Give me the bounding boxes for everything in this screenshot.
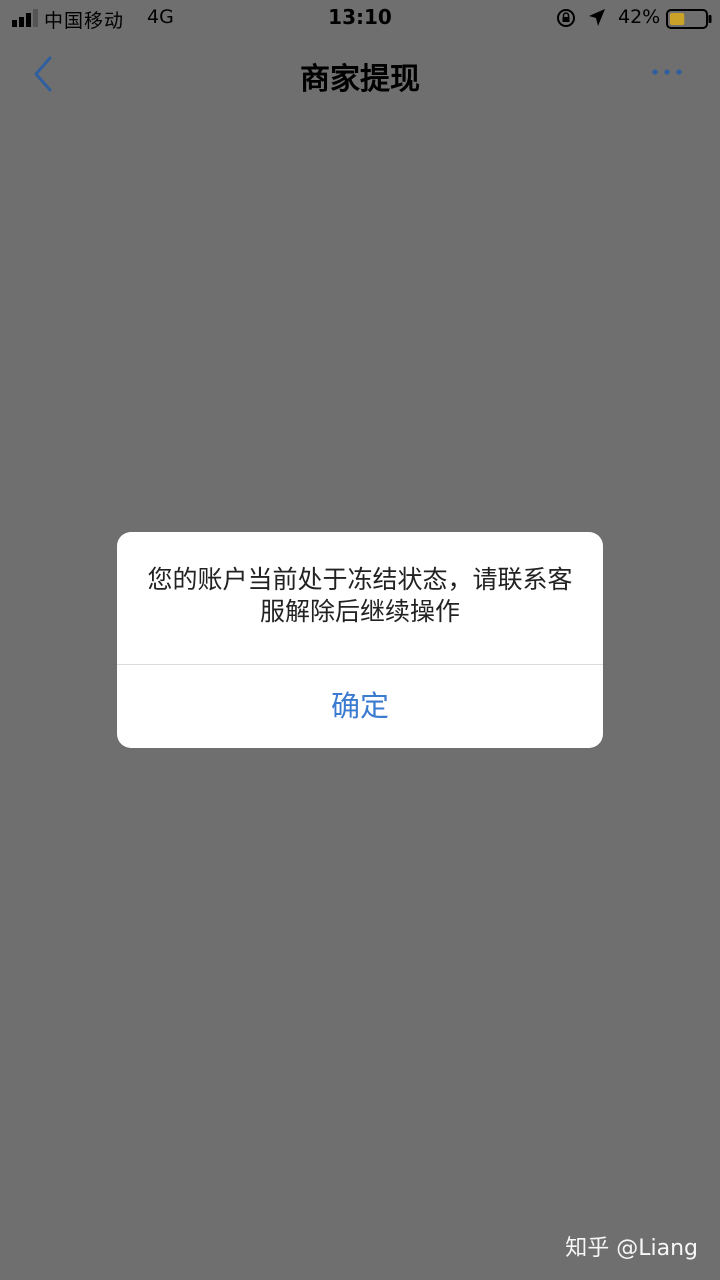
battery-icon [666, 9, 712, 29]
battery-percent: 42% [618, 6, 661, 28]
more-options-icon[interactable] [650, 64, 684, 80]
page-title: 商家提现 [300, 62, 420, 97]
rotation-lock-icon [557, 9, 575, 27]
watermark: 知乎 @Liang [565, 1236, 698, 1261]
dialog-message: 您的账户当前处于冻结状态，请联系客服解除后继续操作 [147, 565, 573, 626]
nav-bar: 商家提现 [0, 36, 720, 112]
alert-dialog: 您的账户当前处于冻结状态，请联系客服解除后继续操作 确定 [117, 532, 603, 748]
status-time: 13:10 [328, 5, 392, 29]
confirm-button[interactable]: 确定 [117, 665, 603, 748]
status-bar: 中国移动 4G 13:10 42% [0, 0, 720, 36]
location-arrow-icon [589, 9, 605, 26]
